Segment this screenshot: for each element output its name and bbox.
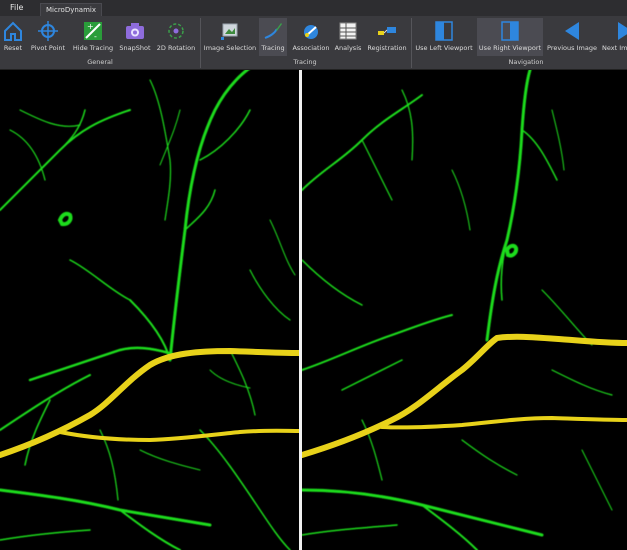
next-image-button[interactable]: Next Image	[600, 18, 627, 56]
right-viewport[interactable]	[302, 70, 627, 550]
table-analysis-icon	[339, 22, 357, 40]
arrow-right-icon	[618, 22, 627, 40]
use-left-viewport-button[interactable]: Use Left Viewport	[414, 18, 474, 56]
previous-image-button[interactable]: Previous Image	[546, 18, 598, 56]
association-button[interactable]: Association	[290, 18, 332, 56]
left-viewport-icon	[435, 21, 453, 41]
group-label-general: General	[87, 58, 113, 66]
snapshot-button[interactable]: SnapShot	[118, 18, 152, 56]
home-icon	[4, 21, 22, 41]
arrow-left-icon	[565, 22, 579, 40]
crosshair-icon	[38, 21, 58, 41]
use-right-viewport-button[interactable]: Use Right Viewport	[477, 18, 543, 56]
right-neuron-image	[302, 70, 627, 550]
analysis-button[interactable]: Analysis	[334, 18, 362, 56]
reset-button[interactable]: Reset	[1, 18, 25, 56]
image-selection-icon	[221, 23, 238, 40]
registration-icon	[378, 27, 396, 35]
ribbon-toolbar: Reset Pivot Point + - Hide Tracing SnapS…	[0, 16, 627, 70]
tab-microdynamix[interactable]: MicroDynamix	[40, 3, 102, 16]
rotation-2d-button[interactable]: 2D Rotation	[155, 18, 197, 56]
svg-text:-: -	[94, 32, 97, 41]
pen-tracing-icon	[264, 23, 282, 39]
group-label-tracing: Tracing	[293, 58, 317, 66]
association-icon	[304, 25, 318, 39]
hide-tracing-button[interactable]: + - Hide Tracing	[71, 18, 115, 56]
left-viewport[interactable]	[0, 70, 300, 550]
registration-button[interactable]: Registration	[365, 18, 409, 56]
hide-tracing-icon: + -	[84, 22, 102, 41]
left-neuron-image	[0, 70, 300, 550]
menu-bar: File MicroDynamix	[0, 0, 627, 16]
rotate-icon	[168, 23, 184, 39]
svg-text:+: +	[87, 22, 94, 31]
tracing-button[interactable]: Tracing	[259, 18, 287, 56]
image-selection-button[interactable]: Image Selection	[203, 18, 257, 56]
pivot-point-button[interactable]: Pivot Point	[28, 18, 68, 56]
right-viewport-icon	[501, 21, 519, 41]
camera-icon	[126, 23, 144, 39]
file-menu[interactable]: File	[4, 2, 29, 13]
group-label-navigation: Navigation	[508, 58, 544, 66]
